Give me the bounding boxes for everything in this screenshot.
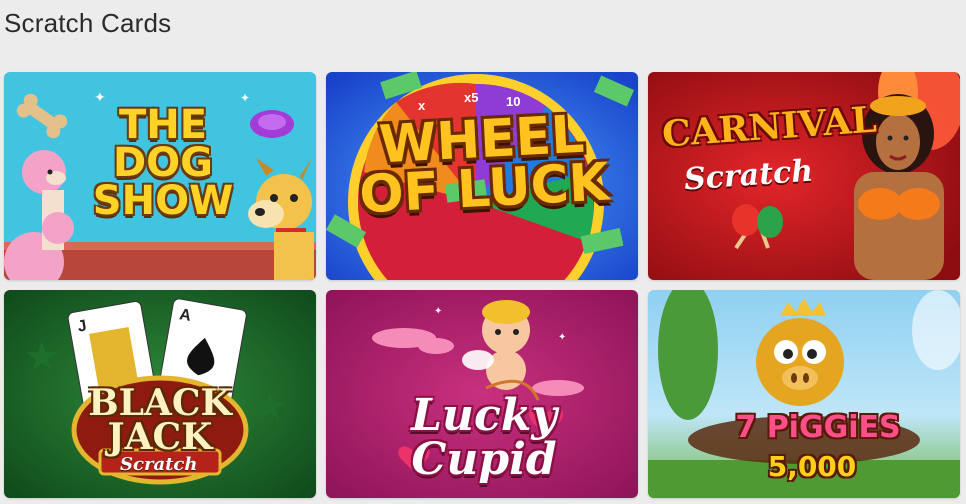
game-card-the-dog-show[interactable]: ✦ ✦ ✦ THE DOG SHOW xyxy=(4,72,316,280)
card-subtitle: 5,000 xyxy=(767,450,857,483)
svg-text:★: ★ xyxy=(252,385,288,429)
card-title: WHEEL OF LUCK xyxy=(357,104,611,226)
card-title: BLACK JACK xyxy=(88,382,232,459)
svg-text:x5: x5 xyxy=(464,90,478,105)
svg-text:✦: ✦ xyxy=(94,89,106,105)
svg-text:✦: ✦ xyxy=(434,306,442,317)
scratch-cards-grid: ✦ ✦ ✦ THE DOG SHOW xyxy=(4,72,962,498)
svg-text:★: ★ xyxy=(24,335,60,379)
svg-text:✦: ✦ xyxy=(240,91,250,105)
game-card-lucky-cupid[interactable]: ✦ ✦ Lucky Cupid xyxy=(326,290,638,498)
game-card-carnival-scratch[interactable]: CARNIVAL Scratch xyxy=(648,72,960,280)
game-card-black-jack-scratch[interactable]: ★ ★ J A BLACK JACK Scratch xyxy=(4,290,316,498)
svg-text:x: x xyxy=(418,98,426,113)
card-title: Lucky Cupid xyxy=(411,390,557,485)
game-card-wheel-of-luck[interactable]: x x5 10 WHEEL OF LUCK xyxy=(326,72,638,280)
card-subtitle: Scratch xyxy=(120,454,198,475)
section-title: Scratch Cards xyxy=(4,8,172,38)
card-title: THE DOG SHOW xyxy=(92,102,234,224)
card-title: 7 PiGGiES xyxy=(735,410,901,445)
svg-text:✦: ✦ xyxy=(558,332,566,343)
svg-text:10: 10 xyxy=(506,94,520,109)
game-card-7-piggies-5000[interactable]: 7 PiGGiES 5,000 xyxy=(648,290,960,498)
